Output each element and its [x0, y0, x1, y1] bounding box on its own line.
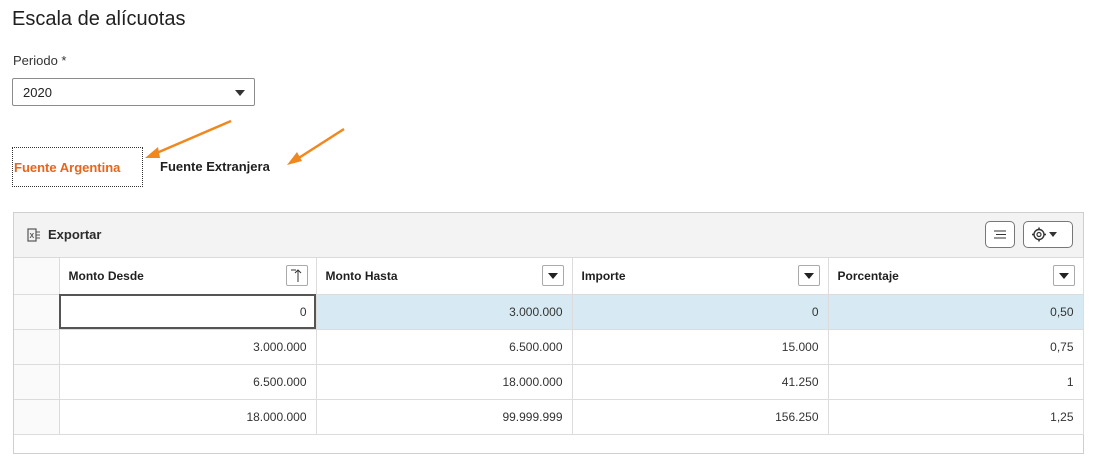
settings-button[interactable]: [1023, 221, 1073, 248]
cell-importe[interactable]: 156.250: [572, 399, 829, 435]
group-panel-button[interactable]: [985, 221, 1015, 248]
table-row[interactable]: 6.500.000 18.000.000 41.250 1: [14, 364, 1084, 400]
annotation-arrows: [145, 119, 345, 165]
row-selector[interactable]: [14, 294, 60, 330]
row-selector[interactable]: [14, 399, 60, 435]
cell-porcentaje[interactable]: 1: [828, 364, 1084, 400]
aliquot-grid: X Exportar Monto Desde Monto Hasta Impor…: [13, 212, 1084, 454]
column-header-monto-hasta[interactable]: Monto Hasta: [316, 258, 573, 295]
cell-monto-hasta[interactable]: 3.000.000: [316, 294, 573, 330]
cell-monto-hasta[interactable]: 6.500.000: [316, 329, 573, 365]
table-row[interactable]: 3.000.000 6.500.000 15.000 0,75: [14, 329, 1084, 365]
cell-importe[interactable]: 0: [572, 294, 829, 330]
row-selector-header: [14, 258, 60, 295]
row-selector[interactable]: [14, 329, 60, 365]
grid-table: Monto Desde Monto Hasta Importe Porcenta…: [14, 258, 1084, 435]
lines-icon: [994, 230, 1006, 239]
cell-monto-desde[interactable]: 18.000.000: [59, 399, 317, 435]
table-row[interactable]: 18.000.000 99.999.999 156.250 1,25: [14, 399, 1084, 435]
sort-asc-icon[interactable]: [285, 265, 308, 286]
excel-icon: X: [27, 227, 40, 242]
export-button[interactable]: X Exportar: [27, 227, 101, 242]
cell-monto-desde[interactable]: 6.500.000: [59, 364, 317, 400]
svg-text:X: X: [30, 233, 35, 240]
export-label: Exportar: [48, 227, 102, 242]
cell-importe[interactable]: 41.250: [572, 364, 829, 400]
cell-monto-desde[interactable]: 3.000.000: [59, 329, 317, 365]
cell-porcentaje[interactable]: 0,50: [828, 294, 1084, 330]
gear-icon: [1032, 227, 1057, 242]
row-selector[interactable]: [14, 364, 60, 400]
cell-monto-hasta[interactable]: 18.000.000: [316, 364, 573, 400]
column-header-porcentaje[interactable]: Porcentaje: [828, 258, 1084, 295]
cell-porcentaje[interactable]: 1,25: [828, 399, 1084, 435]
cell-monto-desde[interactable]: 0: [59, 294, 317, 330]
column-header-monto-desde[interactable]: Monto Desde: [59, 258, 317, 295]
cell-monto-hasta[interactable]: 99.999.999: [316, 399, 573, 435]
chevron-down-icon[interactable]: [1052, 265, 1075, 286]
chevron-down-icon[interactable]: [797, 265, 820, 286]
table-row[interactable]: 0 3.000.000 0 0,50: [14, 294, 1084, 330]
chevron-down-icon[interactable]: [541, 265, 564, 286]
column-header-importe[interactable]: Importe: [572, 258, 829, 295]
cell-importe[interactable]: 15.000: [572, 329, 829, 365]
cell-porcentaje[interactable]: 0,75: [828, 329, 1084, 365]
grid-toolbar: X Exportar: [14, 213, 1083, 258]
